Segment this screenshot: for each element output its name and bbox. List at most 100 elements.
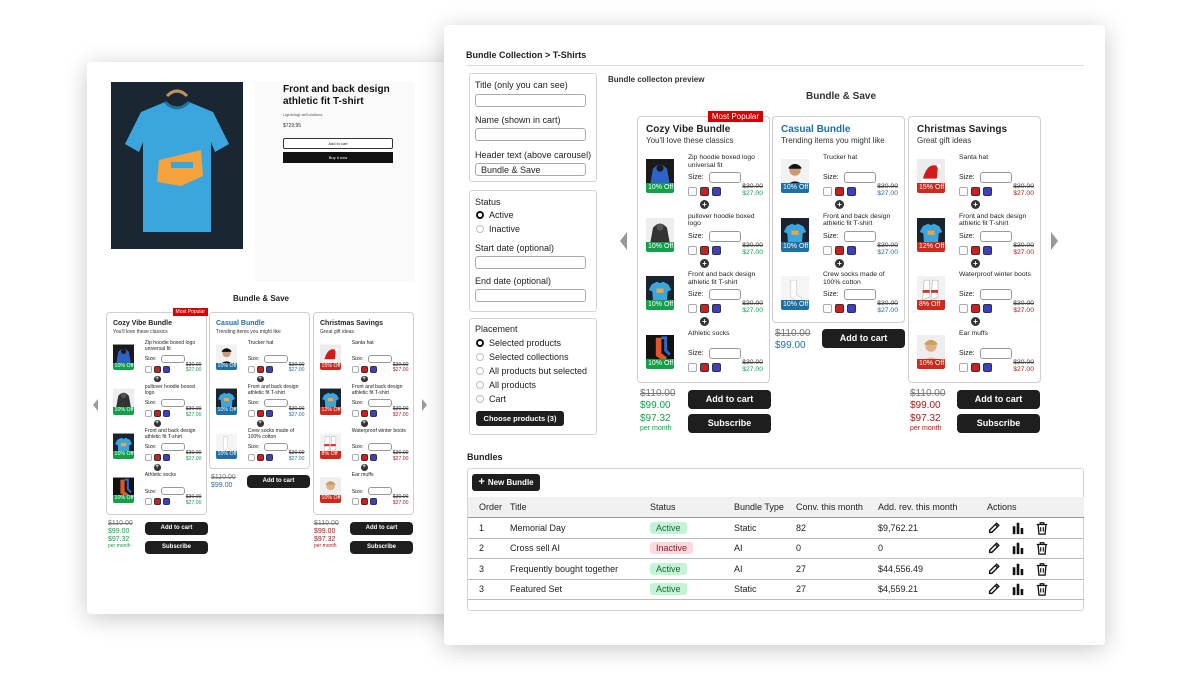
add-to-cart-button[interactable]: Add to cart bbox=[957, 390, 1040, 409]
color-swatch[interactable] bbox=[247, 454, 255, 461]
color-swatch[interactable] bbox=[823, 245, 832, 255]
size-select[interactable] bbox=[263, 442, 288, 452]
color-swatch[interactable] bbox=[247, 365, 255, 373]
color-swatch[interactable] bbox=[823, 304, 832, 313]
color-swatch[interactable] bbox=[369, 498, 377, 506]
placement-radio[interactable] bbox=[476, 353, 484, 361]
size-select[interactable] bbox=[160, 442, 185, 452]
size-select[interactable] bbox=[367, 354, 392, 363]
color-swatch[interactable] bbox=[983, 187, 992, 196]
color-swatch[interactable] bbox=[351, 365, 359, 373]
placement-radio[interactable] bbox=[476, 339, 484, 347]
color-swatch[interactable] bbox=[369, 365, 377, 373]
table-row[interactable]: 2 Cross sell AI Inactive AI 0 0 bbox=[468, 538, 1084, 559]
add-to-cart-button[interactable]: Add to cart bbox=[145, 522, 208, 535]
carousel-next-arrow[interactable] bbox=[1051, 232, 1058, 250]
new-bundle-button[interactable]: + New Bundle bbox=[472, 474, 540, 491]
color-swatch[interactable] bbox=[351, 454, 359, 461]
add-to-cart-button[interactable]: Add to cart bbox=[688, 390, 771, 409]
edit-icon[interactable] bbox=[987, 541, 1001, 555]
subscribe-button[interactable]: Subscribe bbox=[688, 414, 771, 433]
placement-radio[interactable] bbox=[476, 395, 484, 403]
color-swatch[interactable] bbox=[688, 362, 697, 372]
color-swatch[interactable] bbox=[369, 410, 377, 417]
end-date-input[interactable] bbox=[475, 289, 586, 302]
color-swatch[interactable] bbox=[700, 304, 709, 313]
color-swatch[interactable] bbox=[847, 304, 856, 313]
color-swatch[interactable] bbox=[162, 410, 170, 417]
subscribe-button[interactable]: Subscribe bbox=[145, 541, 208, 554]
size-select[interactable] bbox=[709, 172, 741, 183]
color-swatch[interactable] bbox=[700, 245, 709, 255]
color-swatch[interactable] bbox=[835, 304, 844, 313]
add-to-cart-button[interactable]: Add to cart bbox=[247, 475, 310, 488]
color-swatch[interactable] bbox=[712, 245, 721, 255]
add-to-cart-button[interactable]: Add to cart bbox=[822, 329, 905, 348]
size-select[interactable] bbox=[980, 172, 1012, 183]
analytics-icon[interactable] bbox=[1011, 562, 1025, 576]
start-date-input[interactable] bbox=[475, 256, 586, 269]
edit-icon[interactable] bbox=[987, 521, 1001, 535]
carousel-prev-arrow[interactable] bbox=[620, 232, 627, 250]
color-swatch[interactable] bbox=[144, 410, 152, 417]
size-select[interactable] bbox=[709, 347, 741, 359]
color-swatch[interactable] bbox=[360, 410, 368, 417]
color-swatch[interactable] bbox=[971, 362, 980, 372]
color-swatch[interactable] bbox=[144, 365, 152, 373]
color-swatch[interactable] bbox=[959, 245, 968, 255]
table-row[interactable]: 1 Memorial Day Active Static 82 $9,762.2… bbox=[468, 517, 1084, 539]
color-swatch[interactable] bbox=[712, 187, 721, 196]
color-swatch[interactable] bbox=[162, 365, 170, 373]
color-swatch[interactable] bbox=[971, 187, 980, 196]
color-swatch[interactable] bbox=[688, 245, 697, 255]
size-select[interactable] bbox=[160, 487, 185, 496]
size-select[interactable] bbox=[709, 289, 741, 300]
color-swatch[interactable] bbox=[983, 245, 992, 255]
title-input[interactable] bbox=[475, 94, 586, 107]
color-swatch[interactable] bbox=[971, 304, 980, 313]
analytics-icon[interactable] bbox=[1011, 541, 1025, 555]
placement-radio[interactable] bbox=[476, 381, 484, 389]
size-select[interactable] bbox=[367, 487, 392, 496]
subscribe-button[interactable]: Subscribe bbox=[957, 414, 1040, 433]
color-swatch[interactable] bbox=[153, 454, 161, 461]
choose-products-button[interactable]: Choose products (3) bbox=[476, 411, 564, 426]
color-swatch[interactable] bbox=[265, 365, 273, 373]
analytics-icon[interactable] bbox=[1011, 521, 1025, 535]
color-swatch[interactable] bbox=[144, 454, 152, 461]
delete-icon[interactable] bbox=[1035, 562, 1049, 576]
color-swatch[interactable] bbox=[351, 410, 359, 417]
color-swatch[interactable] bbox=[162, 498, 170, 506]
carousel-next-arrow[interactable] bbox=[422, 399, 427, 411]
color-swatch[interactable] bbox=[847, 187, 856, 196]
edit-icon[interactable] bbox=[987, 582, 1001, 596]
color-swatch[interactable] bbox=[144, 498, 152, 506]
subscribe-button[interactable]: Subscribe bbox=[350, 541, 413, 554]
color-swatch[interactable] bbox=[712, 304, 721, 313]
analytics-icon[interactable] bbox=[1011, 582, 1025, 596]
delete-icon[interactable] bbox=[1035, 521, 1049, 535]
color-swatch[interactable] bbox=[700, 362, 709, 372]
size-select[interactable] bbox=[263, 398, 288, 407]
size-select[interactable] bbox=[844, 172, 876, 183]
color-swatch[interactable] bbox=[847, 245, 856, 255]
color-swatch[interactable] bbox=[688, 304, 697, 313]
color-swatch[interactable] bbox=[265, 410, 273, 417]
size-select[interactable] bbox=[160, 398, 185, 407]
color-swatch[interactable] bbox=[369, 454, 377, 461]
delete-icon[interactable] bbox=[1035, 541, 1049, 556]
carousel-prev-arrow[interactable] bbox=[93, 399, 98, 411]
color-swatch[interactable] bbox=[835, 245, 844, 255]
color-swatch[interactable] bbox=[153, 365, 161, 373]
color-swatch[interactable] bbox=[712, 362, 721, 372]
color-swatch[interactable] bbox=[153, 410, 161, 417]
header-text-input[interactable]: Bundle & Save bbox=[475, 163, 586, 176]
color-swatch[interactable] bbox=[162, 454, 170, 461]
color-swatch[interactable] bbox=[959, 187, 968, 196]
size-select[interactable] bbox=[844, 289, 876, 300]
size-select[interactable] bbox=[367, 442, 392, 452]
table-row[interactable]: 3 Featured Set Active Static 27 $4,559.2… bbox=[468, 579, 1084, 600]
color-swatch[interactable] bbox=[351, 498, 359, 506]
color-swatch[interactable] bbox=[959, 362, 968, 372]
name-input[interactable] bbox=[475, 128, 586, 141]
